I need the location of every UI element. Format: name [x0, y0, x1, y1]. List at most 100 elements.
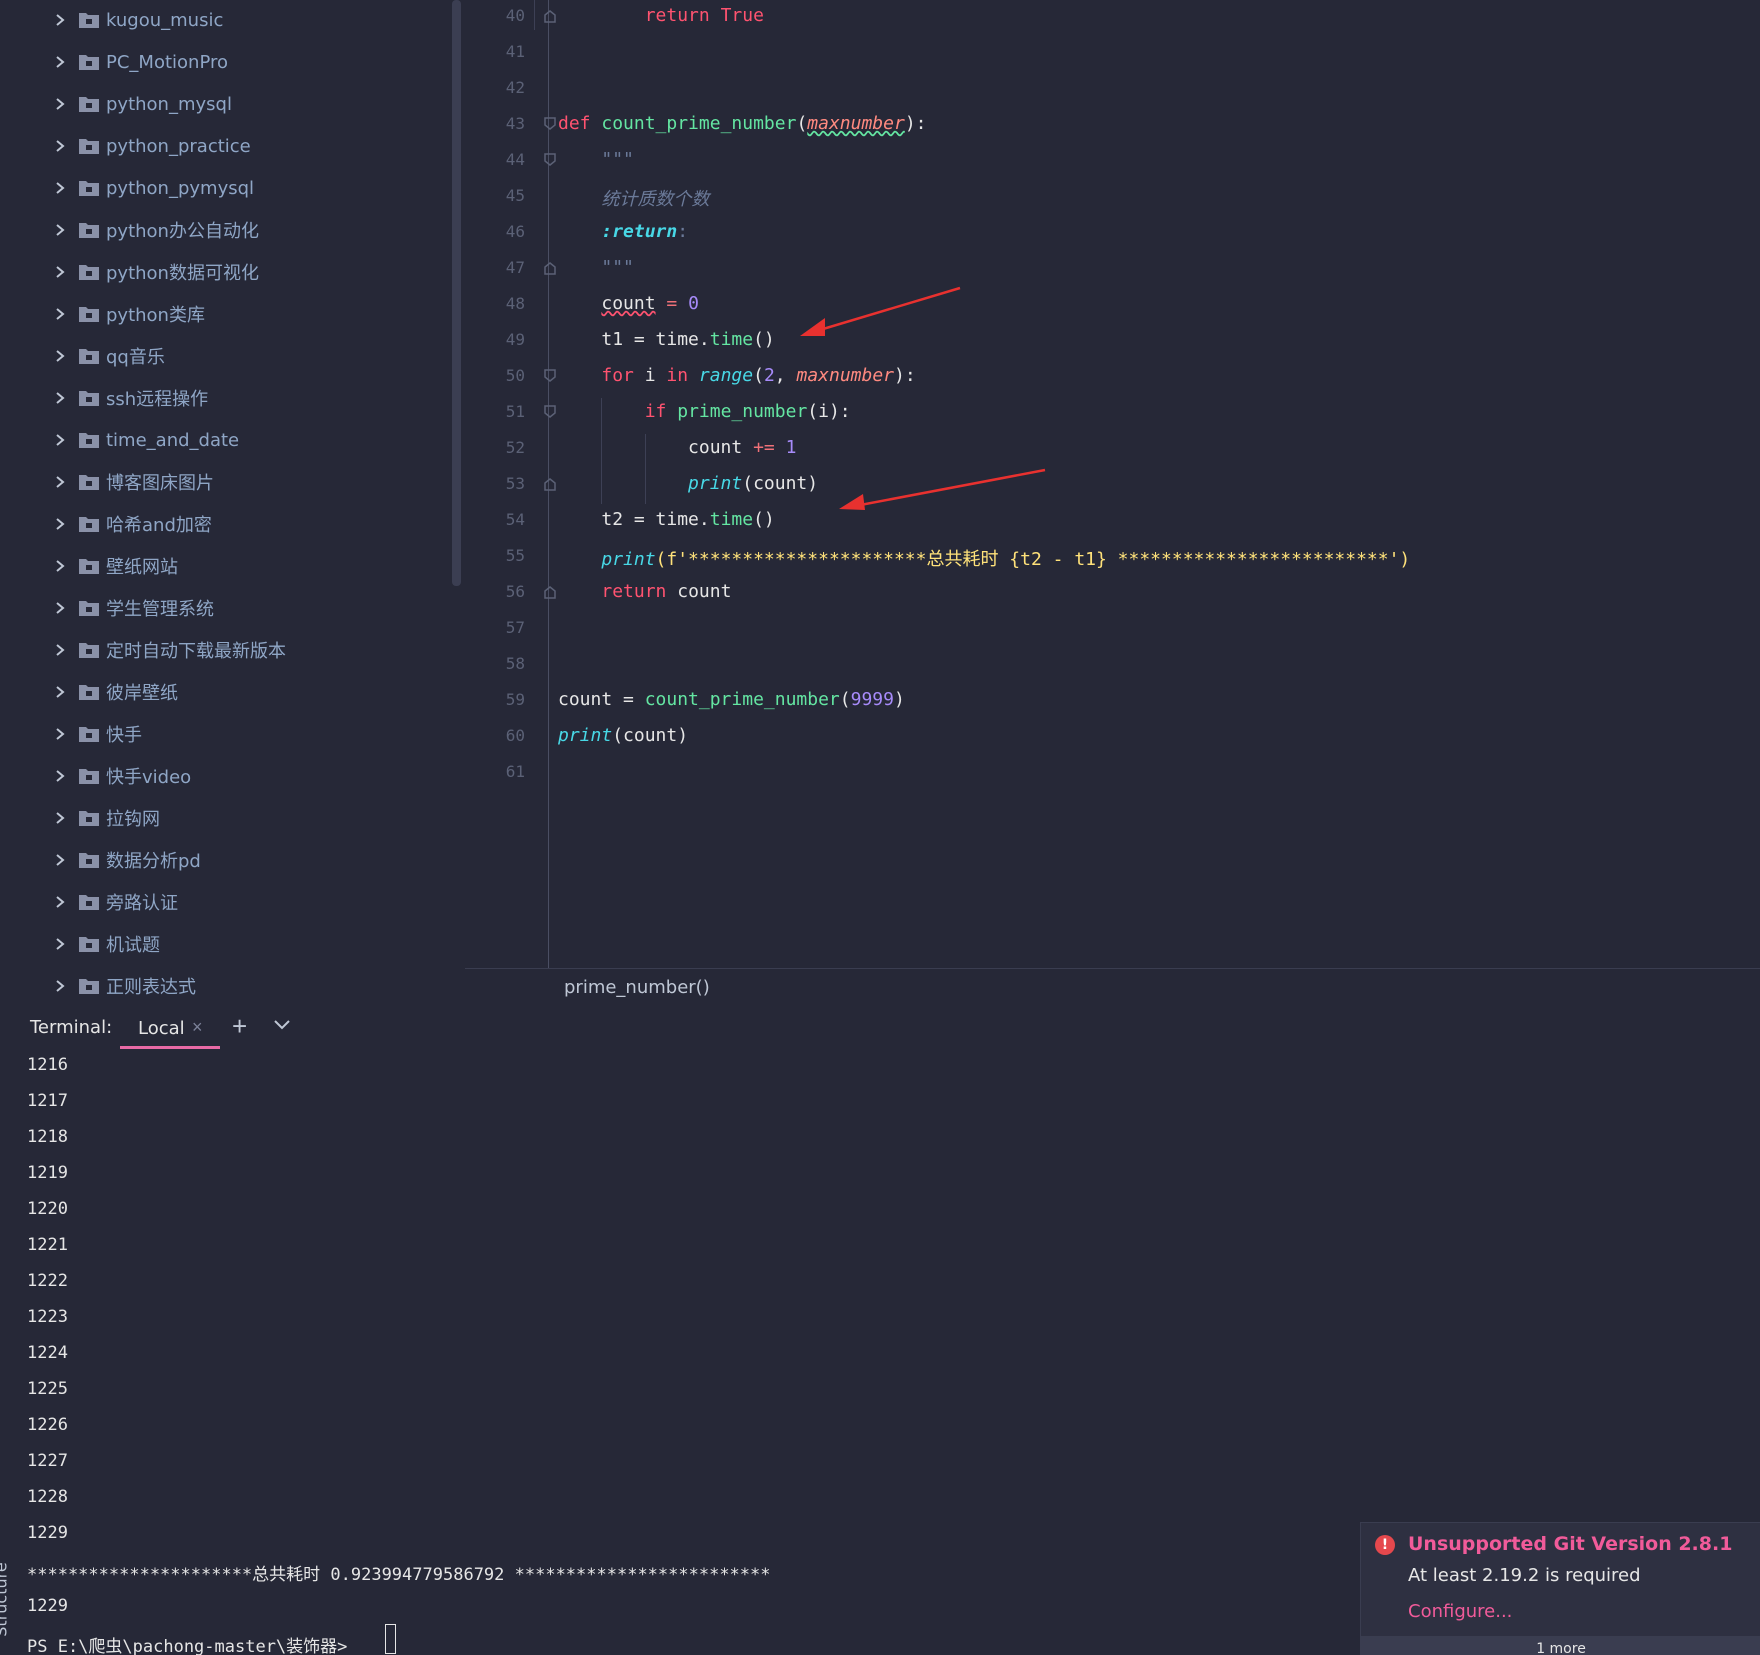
code-line-56[interactable]: return count: [558, 581, 731, 602]
chevron-right-icon[interactable]: [52, 432, 68, 448]
terminal-tab-local[interactable]: Local ×: [120, 1009, 220, 1049]
tree-folder-item[interactable]: 拉钩网: [0, 797, 465, 839]
chevron-right-icon[interactable]: [52, 810, 68, 826]
tree-folder-item[interactable]: 学生管理系统: [0, 587, 465, 629]
fold-icon[interactable]: [543, 117, 557, 131]
code-line-47[interactable]: """: [558, 257, 634, 278]
code-line-49[interactable]: t1 = time.time(): [558, 329, 775, 350]
tree-folder-item[interactable]: 数据分析pd: [0, 839, 465, 881]
chevron-right-icon[interactable]: [52, 936, 68, 952]
chevron-right-icon[interactable]: [52, 306, 68, 322]
tree-folder-label: 哈希and加密: [106, 515, 212, 536]
tree-folder-item[interactable]: PC_MotionPro: [0, 41, 465, 83]
code-text: (): [753, 329, 775, 350]
code-line-59[interactable]: count = count_prime_number(9999): [558, 689, 905, 710]
tree-folder-item[interactable]: kugou_music: [0, 0, 465, 41]
code-text: (count): [612, 725, 689, 746]
fold-icon[interactable]: [543, 153, 557, 167]
tree-folder-item[interactable]: 快手video: [0, 755, 465, 797]
code-line-52[interactable]: count += 1: [558, 437, 796, 458]
chevron-right-icon[interactable]: [52, 516, 68, 532]
code-line-54[interactable]: t2 = time.time(): [558, 509, 774, 530]
tree-folder-label: 快手: [106, 725, 142, 746]
line-number: 49: [505, 330, 525, 349]
fold-icon[interactable]: [543, 585, 557, 599]
fold-icon[interactable]: [543, 261, 557, 275]
code-line-43[interactable]: def count_prime_number(maxnumber):: [558, 113, 927, 134]
code-line-40[interactable]: return True: [558, 5, 764, 26]
code-line-48[interactable]: count = 0: [558, 293, 699, 314]
chevron-right-icon[interactable]: [52, 138, 68, 154]
chevron-right-icon[interactable]: [52, 12, 68, 28]
code-line-60[interactable]: print(count): [558, 725, 688, 746]
code-line-51[interactable]: if prime_number(i):: [558, 401, 851, 422]
chevron-right-icon[interactable]: [52, 54, 68, 70]
line-number: 50: [505, 366, 525, 385]
code-line-44[interactable]: """: [558, 149, 634, 170]
tree-folder-label: 拉钩网: [106, 809, 160, 830]
terminal-output-line: 1225: [27, 1379, 68, 1399]
add-terminal-button[interactable]: +: [232, 1011, 247, 1042]
tree-scrollbar[interactable]: [452, 0, 461, 586]
line-number: 48: [505, 294, 525, 313]
tree-folder-item[interactable]: 博客图床图片: [0, 461, 465, 503]
tree-folder-item[interactable]: 快手: [0, 713, 465, 755]
tree-folder-item[interactable]: python_mysql: [0, 83, 465, 125]
fold-icon[interactable]: [543, 477, 557, 491]
structure-side-tab[interactable]: Structure: [0, 1562, 11, 1636]
code-line-50[interactable]: for i in range(2, maxnumber):: [558, 365, 915, 386]
chevron-right-icon[interactable]: [52, 894, 68, 910]
chevron-right-icon[interactable]: [52, 684, 68, 700]
fold-icon[interactable]: [543, 369, 557, 383]
code-line-45[interactable]: 统计质数个数: [558, 185, 709, 211]
chevron-right-icon[interactable]: [52, 180, 68, 196]
tree-folder-item[interactable]: python_pymysql: [0, 167, 465, 209]
fold-icon[interactable]: [543, 405, 557, 419]
tree-folder-item[interactable]: 正则表达式: [0, 965, 465, 1005]
chevron-right-icon[interactable]: [52, 264, 68, 280]
chevron-right-icon[interactable]: [52, 978, 68, 994]
code-line-53[interactable]: print(count): [558, 473, 818, 494]
tree-folder-item[interactable]: qq音乐: [0, 335, 465, 377]
tree-folder-item[interactable]: python数据可视化: [0, 251, 465, 293]
code-line-46[interactable]: :return:: [558, 221, 688, 242]
tree-folder-item[interactable]: time_and_date: [0, 419, 465, 461]
tree-folder-item[interactable]: 机试题: [0, 923, 465, 965]
chevron-right-icon[interactable]: [52, 348, 68, 364]
tree-folder-item[interactable]: 定时自动下载最新版本: [0, 629, 465, 671]
f-string: (f'**********************总共耗时 {t2 - t1} …: [655, 549, 1411, 570]
chevron-right-icon[interactable]: [52, 390, 68, 406]
breadcrumb[interactable]: prime_number(): [564, 977, 710, 998]
chevron-right-icon[interactable]: [52, 474, 68, 490]
chevron-right-icon[interactable]: [52, 222, 68, 238]
tree-folder-item[interactable]: 哈希and加密: [0, 503, 465, 545]
number: 1: [785, 437, 797, 458]
fold-icon[interactable]: [543, 9, 557, 23]
tree-folder-item[interactable]: ssh远程操作: [0, 377, 465, 419]
chevron-right-icon[interactable]: [52, 600, 68, 616]
terminal-header: Terminal: Local × +: [0, 1005, 1760, 1049]
configure-link[interactable]: Configure...: [1408, 1601, 1512, 1622]
code-editor[interactable]: 40 41 42 43 44 45 46 47 48 49 50 51 52 53 54 55 56 57 58 59…: [465, 0, 1760, 968]
chevron-right-icon[interactable]: [52, 768, 68, 784]
tree-folder-item[interactable]: 壁纸网站: [0, 545, 465, 587]
chevron-right-icon[interactable]: [52, 642, 68, 658]
tree-folder-item[interactable]: python办公自动化: [0, 209, 465, 251]
more-notifications-button[interactable]: 1 more: [1361, 1636, 1760, 1655]
close-icon[interactable]: ×: [192, 1017, 203, 1038]
terminal-prompt[interactable]: PS E:\爬虫\pachong-master\装饰器>: [27, 1632, 358, 1655]
tree-folder-label: 数据分析pd: [106, 851, 201, 872]
code-line-55[interactable]: print(f'**********************总共耗时 {t2 -…: [558, 545, 1410, 571]
tree-folder-item[interactable]: 旁路认证: [0, 881, 465, 923]
tree-folder-item[interactable]: python类库: [0, 293, 465, 335]
function-call: time: [709, 509, 754, 530]
tree-folder-item[interactable]: 彼岸壁纸: [0, 671, 465, 713]
terminal-output-line: 1228: [27, 1487, 68, 1507]
chevron-down-icon[interactable]: [272, 1015, 292, 1035]
chevron-right-icon[interactable]: [52, 558, 68, 574]
chevron-right-icon[interactable]: [52, 726, 68, 742]
chevron-right-icon[interactable]: [52, 852, 68, 868]
tree-folder-item[interactable]: python_practice: [0, 125, 465, 167]
chevron-right-icon[interactable]: [52, 96, 68, 112]
builtin: range: [698, 365, 754, 386]
